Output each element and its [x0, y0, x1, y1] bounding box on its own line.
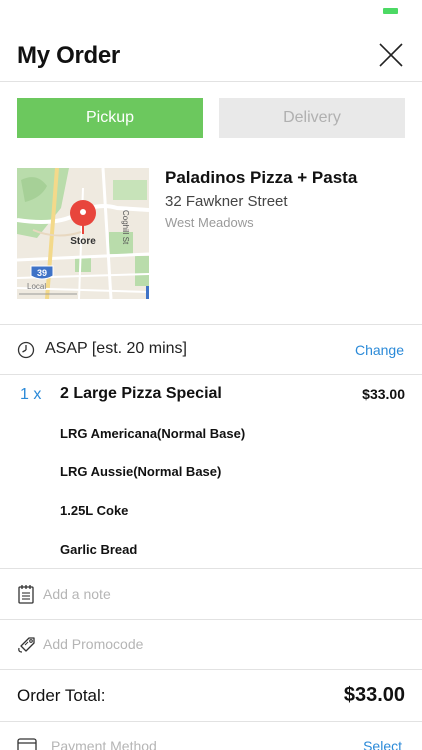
map-pin-label: Store	[70, 236, 96, 247]
promocode-input[interactable]: Add Promocode	[43, 636, 143, 652]
divider	[0, 374, 422, 375]
divider	[0, 568, 422, 569]
battery-icon	[383, 8, 398, 14]
promo-tag-icon	[17, 634, 35, 654]
divider	[0, 619, 422, 620]
status-bar	[0, 0, 422, 22]
sub-item: Garlic Bread	[60, 542, 138, 557]
store-name: Paladinos Pizza + Pasta	[165, 168, 358, 187]
divider	[0, 669, 422, 670]
divider	[0, 721, 422, 722]
store-map[interactable]: Coghill St Store 39 Local	[17, 168, 149, 299]
credit-card-icon	[17, 738, 37, 750]
delivery-tab[interactable]: Delivery	[219, 98, 405, 138]
item-quantity[interactable]: 1 x	[20, 386, 41, 404]
sub-item: LRG Americana(Normal Base)	[60, 426, 246, 441]
map-route-number: 39	[37, 268, 47, 278]
store-street: 32 Fawkner Street	[165, 193, 288, 210]
header: My Order	[0, 30, 422, 82]
sub-item: LRG Aussie(Normal Base)	[60, 464, 222, 479]
page-title: My Order	[17, 42, 120, 69]
pickup-time: ASAP [est. 20 mins]	[45, 340, 187, 357]
change-time-button[interactable]: Change	[355, 342, 404, 358]
clock-icon	[17, 341, 35, 359]
map-street-label: Coghill St	[121, 210, 130, 245]
close-icon	[379, 43, 403, 67]
note-input[interactable]: Add a note	[43, 586, 111, 602]
divider	[0, 324, 422, 325]
order-total-value: $33.00	[343, 684, 405, 706]
notepad-icon	[17, 584, 35, 604]
map-corner-label: Local	[27, 282, 46, 291]
item-name[interactable]: 2 Large Pizza Special	[60, 385, 222, 403]
store-suburb: West Meadows	[165, 215, 254, 230]
payment-method-label: Payment Method	[51, 738, 157, 750]
item-price: $33.00	[362, 386, 405, 402]
order-total-label: Order Total:	[17, 686, 106, 705]
pickup-tab[interactable]: Pickup	[17, 98, 203, 138]
sub-item: 1.25L Coke	[60, 503, 129, 518]
close-button[interactable]	[378, 42, 404, 68]
payment-select-button[interactable]: Select	[363, 738, 402, 750]
